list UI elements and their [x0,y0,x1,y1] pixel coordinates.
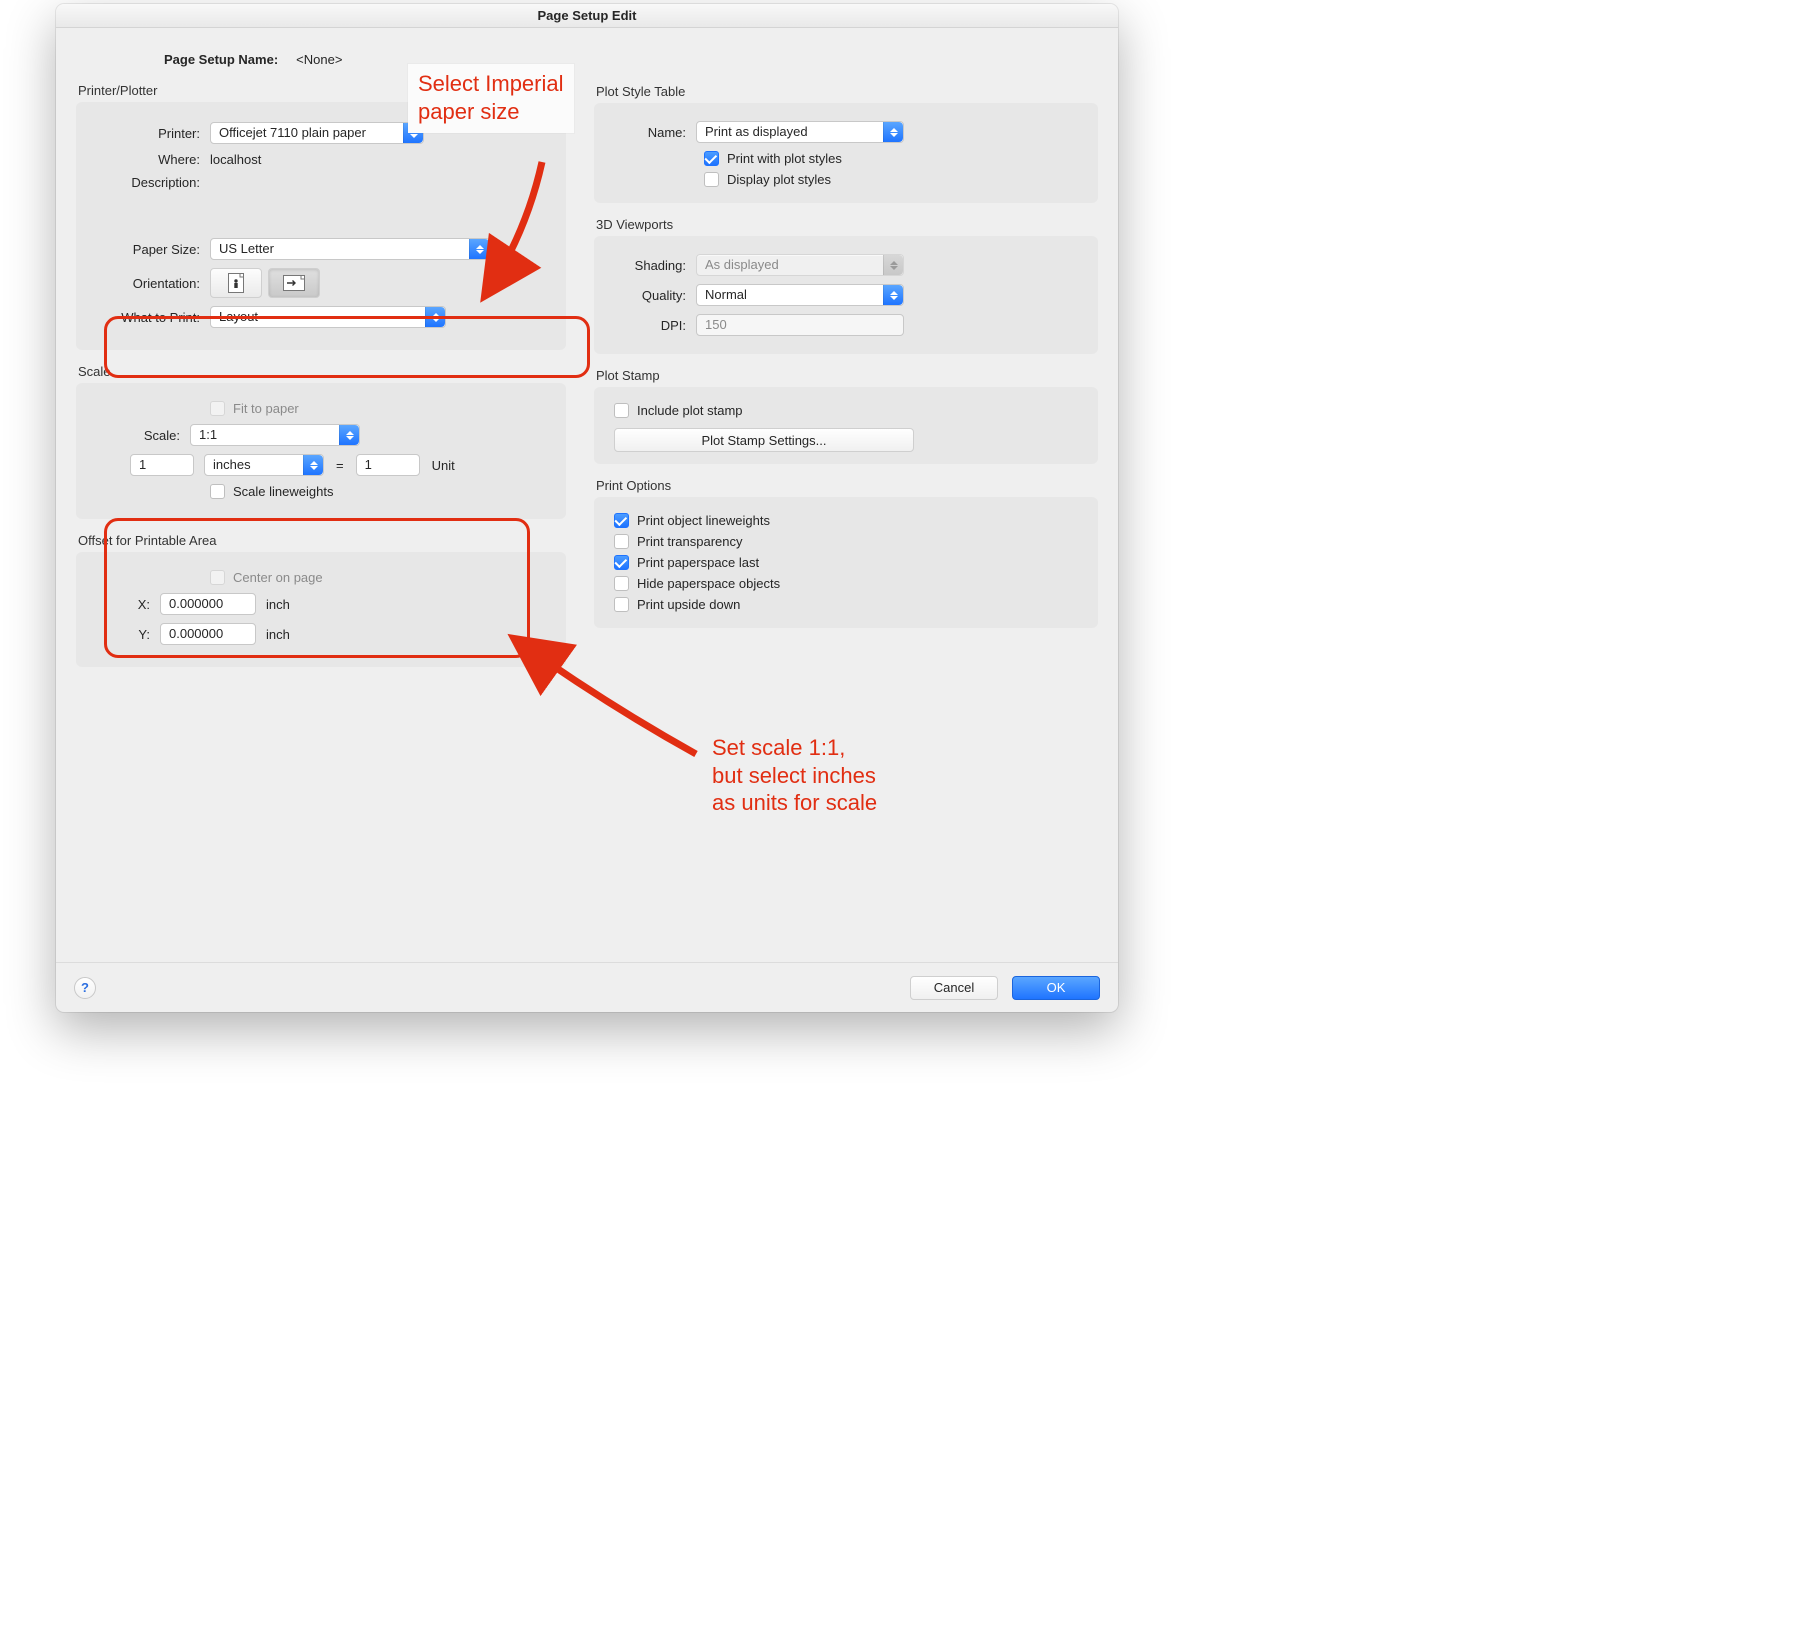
paper-size-label: Paper Size: [90,242,200,257]
annotation-text-top: Select Imperial paper size [408,64,574,133]
plot-stamp-group-label: Plot Stamp [596,368,1098,383]
chevron-updown-icon [425,307,445,327]
include-plot-stamp-label: Include plot stamp [637,403,743,418]
display-plot-styles-label: Display plot styles [727,172,831,187]
scale-left-value-input[interactable]: 1 [130,454,194,476]
dialog-content: Page Setup Name: <None> Printer/Plotter … [56,28,1118,1012]
print-options-panel: Print object lineweights Print transpare… [594,497,1098,628]
annotation-text-bottom: Set scale 1:1, but select inches as unit… [702,728,887,825]
shading-value: As displayed [705,255,779,275]
center-on-page-label: Center on page [233,570,323,585]
printer-label: Printer: [90,126,200,141]
window-title: Page Setup Edit [56,4,1118,28]
print-options-group-label: Print Options [596,478,1098,493]
offset-y-input[interactable]: 0.000000 [160,623,256,645]
print-object-lineweights-label: Print object lineweights [637,513,770,528]
window-title-text: Page Setup Edit [538,8,637,23]
fit-to-paper-checkbox [210,401,225,416]
print-paperspace-last-label: Print paperspace last [637,555,759,570]
scale-unit-label: Unit [432,458,455,473]
offset-x-input[interactable]: 0.000000 [160,593,256,615]
print-with-plot-styles-label: Print with plot styles [727,151,842,166]
include-plot-stamp-checkbox[interactable] [614,403,629,418]
fit-to-paper-label: Fit to paper [233,401,299,416]
dialog-window: Page Setup Edit Page Setup Name: <None> … [56,4,1118,1012]
scale-right-value-input[interactable]: 1 [356,454,420,476]
shading-label: Shading: [608,258,686,273]
orientation-portrait-button[interactable] [210,268,262,298]
print-transparency-label: Print transparency [637,534,743,549]
quality-select[interactable]: Normal [696,284,904,306]
plot-style-name-select[interactable]: Print as displayed [696,121,904,143]
where-label: Where: [90,152,200,167]
dialog-footer: ? Cancel OK [56,962,1118,1012]
description-label: Description: [90,175,200,190]
print-upside-down-label: Print upside down [637,597,740,612]
plot-style-name-label: Name: [608,125,686,140]
printer-plotter-panel: Printer: Officejet 7110 plain paper Wher… [76,102,566,350]
quality-label: Quality: [608,288,686,303]
chevron-updown-icon [469,239,489,259]
print-object-lineweights-checkbox[interactable] [614,513,629,528]
equals-sign: = [336,458,344,473]
left-column: Page Setup Name: <None> Printer/Plotter … [76,46,566,952]
scale-label: Scale: [90,428,180,443]
offset-x-label: X: [90,597,150,612]
help-button[interactable]: ? [74,977,96,999]
dpi-label: DPI: [608,318,686,333]
ok-button[interactable]: OK [1012,976,1100,1000]
print-transparency-checkbox[interactable] [614,534,629,549]
chevron-updown-icon [883,255,903,275]
chevron-updown-icon [883,285,903,305]
print-paperspace-last-checkbox[interactable] [614,555,629,570]
printer-select[interactable]: Officejet 7110 plain paper [210,122,424,144]
cancel-button[interactable]: Cancel [910,976,998,1000]
chevron-updown-icon [303,455,323,475]
portrait-page-icon [228,273,244,293]
what-to-print-select[interactable]: Layout [210,306,446,328]
paper-size-select-value: US Letter [219,239,274,259]
dpi-input: 150 [696,314,904,336]
scale-group-label: Scale [78,364,566,379]
page-setup-name-value: <None> [296,52,342,67]
offset-y-label: Y: [90,627,150,642]
display-plot-styles-checkbox[interactable] [704,172,719,187]
plot-stamp-panel: Include plot stamp Plot Stamp Settings..… [594,387,1098,464]
printer-select-value: Officejet 7110 plain paper [219,123,366,143]
scale-panel: Fit to paper Scale: 1:1 1 inches [76,383,566,519]
scale-unit-select[interactable]: inches [204,454,324,476]
landscape-page-icon [283,275,305,291]
offset-panel: Center on page X: 0.000000 inch Y: 0.000… [76,552,566,667]
plot-style-panel: Name: Print as displayed Print with plot… [594,103,1098,203]
print-upside-down-checkbox[interactable] [614,597,629,612]
orientation-landscape-button[interactable] [268,268,320,298]
scale-unit-value: inches [213,455,251,475]
scale-select-value: 1:1 [199,425,217,445]
hide-paperspace-objects-checkbox[interactable] [614,576,629,591]
chevron-updown-icon [339,425,359,445]
page-setup-name-label: Page Setup Name: [164,52,278,67]
where-value: localhost [210,152,261,167]
orientation-label: Orientation: [90,276,200,291]
viewports-panel: Shading: As displayed Quality: Normal DP… [594,236,1098,354]
viewports-group-label: 3D Viewports [596,217,1098,232]
offset-group-label: Offset for Printable Area [78,533,566,548]
quality-value: Normal [705,285,747,305]
offset-y-unit: inch [266,627,290,642]
scale-lineweights-checkbox[interactable] [210,484,225,499]
scale-select[interactable]: 1:1 [190,424,360,446]
center-on-page-checkbox [210,570,225,585]
scale-lineweights-label: Scale lineweights [233,484,333,499]
plot-style-name-value: Print as displayed [705,122,808,142]
paper-size-select[interactable]: US Letter [210,238,490,260]
chevron-updown-icon [883,122,903,142]
offset-x-unit: inch [266,597,290,612]
what-to-print-label: What to Print: [90,310,200,325]
print-with-plot-styles-checkbox[interactable] [704,151,719,166]
plot-style-group-label: Plot Style Table [596,84,1098,99]
hide-paperspace-objects-label: Hide paperspace objects [637,576,780,591]
shading-select: As displayed [696,254,904,276]
what-to-print-value: Layout [219,307,258,327]
plot-stamp-settings-button[interactable]: Plot Stamp Settings... [614,428,914,452]
